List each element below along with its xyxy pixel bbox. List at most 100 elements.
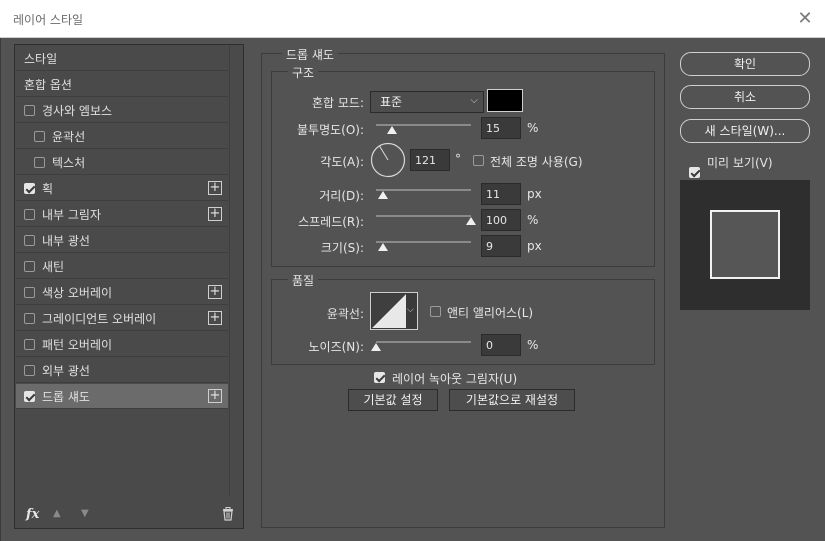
spread-input[interactable]: 100 <box>481 209 521 231</box>
style-list-item-label: 색상 오버레이 <box>42 285 113 300</box>
size-label: 크기(S): <box>320 241 364 255</box>
close-icon[interactable]: ✕ <box>790 4 820 34</box>
style-list-panel: 스타일 혼합 옵션 경사와 엠보스 윤곽선 텍스처 획 + 내부 그림자 + 내부 광선 새틴 색상 … <box>14 44 244 529</box>
style-list-item[interactable]: 외부 광선 <box>16 358 228 383</box>
style-checkbox[interactable] <box>24 390 35 402</box>
quality-title: 품질 <box>288 272 319 289</box>
style-list-item-label: 내부 그림자 <box>42 207 102 222</box>
spread-slider-track[interactable] <box>376 215 471 217</box>
style-list-item[interactable]: 색상 오버레이 + <box>16 280 228 305</box>
move-down-icon[interactable]: ▼ <box>81 508 89 519</box>
angle-input[interactable]: 121 <box>410 149 450 171</box>
style-checkbox[interactable] <box>24 182 35 194</box>
noise-input[interactable]: 0 <box>481 334 521 356</box>
opacity-label: 불투명도(O): <box>296 123 364 137</box>
global-light-checkbox[interactable] <box>473 155 484 166</box>
preview-label: 미리 보기(V) <box>707 156 773 170</box>
reset-default-button[interactable]: 기본값으로 재설정 <box>449 389 575 411</box>
noise-slider-track[interactable] <box>376 341 471 343</box>
style-list-item[interactable]: 스타일 <box>16 46 228 71</box>
style-checkbox[interactable] <box>24 364 35 376</box>
style-checkbox[interactable] <box>24 234 35 246</box>
anti-alias-label: 앤티 앨리어스(L) <box>447 306 534 320</box>
style-list-item[interactable]: 혼합 옵션 <box>16 72 228 97</box>
contour-picker[interactable]: ⌵ <box>370 292 418 330</box>
contour-preview-icon <box>372 294 406 328</box>
style-list-item[interactable]: 드롭 섀도 + <box>16 384 228 409</box>
spread-label: 스프레드(R): <box>298 215 364 229</box>
style-checkbox[interactable] <box>24 338 35 350</box>
knockout-label: 레이어 녹아웃 그림자(U) <box>392 372 518 386</box>
preview-checkbox[interactable] <box>689 167 700 178</box>
new-style-button[interactable]: 새 스타일(W)... <box>680 119 810 143</box>
size-input[interactable]: 9 <box>481 235 521 257</box>
style-list-item[interactable]: 내부 광선 <box>16 228 228 253</box>
style-list-item[interactable]: 그레이디언트 오버레이 + <box>16 306 228 331</box>
ok-button[interactable]: 확인 <box>680 52 810 76</box>
size-unit: px <box>527 239 542 253</box>
structure-title: 구조 <box>288 64 319 81</box>
contour-label: 윤곽선: <box>326 307 364 321</box>
angle-label: 각도(A): <box>320 155 364 169</box>
style-list-item[interactable]: 텍스처 <box>16 150 228 175</box>
add-effect-icon[interactable]: + <box>208 207 222 221</box>
style-checkbox[interactable] <box>34 130 45 142</box>
style-list-item[interactable]: 경사와 엠보스 <box>16 98 228 123</box>
style-checkbox[interactable] <box>24 286 35 298</box>
style-checkbox[interactable] <box>24 104 35 116</box>
style-list-scrollbar[interactable] <box>229 46 243 496</box>
blend-mode-label: 혼합 모드: <box>311 96 364 110</box>
preview-area <box>680 180 810 310</box>
style-list-item-label: 패턴 오버레이 <box>42 337 113 352</box>
distance-label: 거리(D): <box>319 189 364 203</box>
style-list-item-label: 텍스처 <box>52 155 86 170</box>
add-effect-icon[interactable]: + <box>208 181 222 195</box>
opacity-unit: % <box>527 121 539 135</box>
distance-slider-track[interactable] <box>376 189 471 191</box>
cancel-button[interactable]: 취소 <box>680 85 810 109</box>
style-list-item-label: 내부 광선 <box>42 233 90 248</box>
style-list-item-label: 획 <box>42 181 54 196</box>
style-checkbox[interactable] <box>24 312 35 324</box>
anti-alias-checkbox[interactable] <box>430 306 441 317</box>
style-checkbox[interactable] <box>24 260 35 272</box>
add-effect-icon[interactable]: + <box>208 285 222 299</box>
knockout-checkbox[interactable] <box>374 372 385 383</box>
style-list-item[interactable]: 획 + <box>16 176 228 201</box>
chevron-down-icon: ⌵ <box>407 305 414 315</box>
style-list-item[interactable]: 패턴 오버레이 <box>16 332 228 357</box>
style-list-footer: fx ▲ ▼ <box>16 501 244 529</box>
noise-slider-thumb[interactable] <box>371 343 381 351</box>
move-up-icon[interactable]: ▲ <box>53 508 61 519</box>
size-slider-thumb[interactable] <box>378 243 388 251</box>
opacity-slider-thumb[interactable] <box>387 126 398 134</box>
distance-input[interactable]: 11 <box>481 183 521 205</box>
angle-unit: ° <box>455 152 461 166</box>
style-checkbox[interactable] <box>24 208 35 220</box>
shadow-color-swatch[interactable] <box>487 89 523 112</box>
style-list-item[interactable]: 내부 그림자 + <box>16 202 228 227</box>
spread-unit: % <box>527 213 539 227</box>
make-default-button[interactable]: 기본값 설정 <box>348 389 438 411</box>
style-list-item-label: 경사와 엠보스 <box>42 103 113 118</box>
add-effect-icon[interactable]: + <box>208 389 222 403</box>
angle-dial[interactable] <box>370 142 406 178</box>
global-light-label: 전체 조명 사용(G) <box>490 155 583 169</box>
spread-slider-thumb[interactable] <box>466 217 476 225</box>
style-list-item-label: 그레이디언트 오버레이 <box>42 311 157 326</box>
window-title: 레이어 스타일 <box>13 13 84 27</box>
size-slider-track[interactable] <box>376 241 471 243</box>
style-list-item[interactable]: 윤곽선 <box>16 124 228 149</box>
opacity-input[interactable]: 15 <box>481 117 521 139</box>
distance-unit: px <box>527 187 542 201</box>
style-checkbox[interactable] <box>34 156 45 168</box>
trash-icon[interactable] <box>222 507 234 521</box>
style-list-item-label: 윤곽선 <box>52 129 86 144</box>
blend-mode-select[interactable]: 표준 ⌵ <box>370 91 484 113</box>
fx-icon[interactable]: fx <box>26 507 39 522</box>
distance-slider-thumb[interactable] <box>378 191 388 199</box>
add-effect-icon[interactable]: + <box>208 311 222 325</box>
style-list-item[interactable]: 새틴 <box>16 254 228 279</box>
preview-swatch <box>710 210 780 279</box>
chevron-down-icon: ⌵ <box>470 95 478 106</box>
